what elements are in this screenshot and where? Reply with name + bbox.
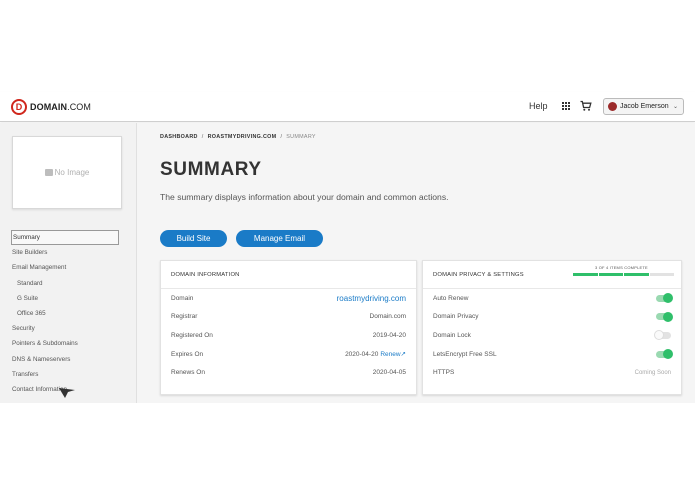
progress-segment — [649, 273, 674, 276]
setting-label: Domain Privacy — [433, 313, 479, 321]
privacy-settings-rows: Auto Renew Domain Privacy Domain Lock LetsE… — [423, 289, 681, 382]
domain-lock-toggle[interactable] — [654, 330, 671, 341]
info-value: 2020-04-05 — [372, 369, 406, 377]
setting-label: HTTPS — [433, 369, 455, 377]
info-value-wrap: 2020-04-05 — [373, 369, 406, 376]
logo-domain-text: DOMAIN — [30, 102, 68, 112]
coming-soon-label: Coming Soon — [634, 369, 671, 376]
breadcrumb-dashboard[interactable]: DASHBOARD — [160, 134, 198, 140]
auto-renew-toggle[interactable] — [656, 293, 673, 304]
sidebar-item-security[interactable]: Security — [0, 321, 137, 336]
domain-information-rows: Domain roastmydriving.com Registrar Domain.… — [161, 289, 416, 382]
renew-link[interactable]: Renew↗ — [380, 351, 406, 358]
setting-label: LetsEncrypt Free SSL — [433, 350, 497, 358]
info-label: Registered On — [171, 331, 213, 339]
renew-label: Renew — [380, 351, 401, 359]
info-label: Renews On — [171, 369, 205, 377]
sidebar-item-pointers-subdomains[interactable]: Pointers & Subdomains — [0, 336, 137, 351]
domain-privacy-toggle[interactable] — [656, 311, 673, 322]
progress-segment — [598, 273, 623, 276]
site-preview-placeholder: No Image — [12, 136, 122, 209]
setting-label: Domain Lock — [433, 331, 471, 339]
chevron-down-icon: ⌄ — [672, 104, 678, 110]
privacy-row-https: HTTPS Coming Soon — [433, 363, 671, 382]
mouse-cursor-icon — [59, 388, 75, 398]
progress-segment — [624, 273, 649, 276]
setting-label: Auto Renew — [433, 294, 469, 302]
sidebar-item-transfers[interactable]: Transfers — [0, 367, 137, 382]
top-navigation-bar: D DOMAIN.COM Help Jacob Emerson ⌄ — [0, 92, 695, 122]
no-image-label: No Image — [54, 168, 90, 177]
info-value-wrap: Domain.com — [370, 313, 406, 320]
external-link-icon: ↗ — [400, 351, 406, 359]
page-title: SUMMARY — [160, 159, 262, 180]
apps-grid-icon[interactable] — [562, 102, 570, 110]
info-value: 2020-04-20 — [345, 351, 379, 359]
sidebar-nav: Summary Site Builders Email Management Stan… — [0, 230, 137, 397]
info-row-expires-on: Expires On 2020-04-20 Renew↗ — [171, 345, 406, 364]
toggle-knob — [663, 311, 673, 322]
privacy-settings-card: DOMAIN PRIVACY & SETTINGS 3 OF 4 ITEMS C… — [422, 260, 682, 395]
progress-segment — [573, 273, 598, 276]
info-row-registrar: Registrar Domain.com — [171, 308, 406, 327]
privacy-row-auto-renew: Auto Renew — [433, 289, 673, 308]
info-row-registered-on: Registered On 2019-04-20 — [171, 326, 406, 345]
image-icon — [44, 169, 53, 176]
info-row-domain: Domain roastmydriving.com — [171, 289, 406, 308]
breadcrumb-separator: / — [280, 134, 283, 140]
logo-mark: D — [11, 99, 27, 115]
breadcrumb-current: SUMMARY — [286, 134, 316, 140]
manage-email-button[interactable]: Manage Email — [236, 230, 323, 247]
domain-name-link[interactable]: roastmydriving.com — [337, 294, 406, 303]
breadcrumb-domain[interactable]: ROASTMYDRIVING.COM — [208, 134, 277, 140]
logo-tld-text: .COM — [67, 102, 92, 112]
domain-information-heading: DOMAIN INFORMATION — [161, 261, 416, 289]
info-value-wrap: roastmydriving.com — [337, 294, 406, 303]
privacy-settings-heading: DOMAIN PRIVACY & SETTINGS — [433, 271, 524, 278]
toggle-knob — [663, 349, 673, 360]
breadcrumb-separator: / — [201, 134, 204, 140]
sidebar-item-summary[interactable]: Summary — [11, 230, 119, 246]
toggle-knob — [663, 293, 673, 304]
page-description: The summary displays information about y… — [160, 192, 449, 202]
progress-label: 3 OF 4 ITEMS COMPLETE — [595, 265, 648, 270]
info-value: 2019-04-20 — [372, 331, 406, 339]
info-label: Expires On — [171, 350, 204, 358]
info-row-renews-on: Renews On 2020-04-05 — [171, 363, 406, 382]
sidebar-item-email-management[interactable]: Email Management — [0, 260, 137, 275]
sidebar-item-office-365[interactable]: Office 365 — [0, 306, 137, 321]
build-site-button[interactable]: Build Site — [160, 230, 227, 247]
domain-logo[interactable]: D DOMAIN.COM — [11, 99, 91, 115]
privacy-row-domain-privacy: Domain Privacy — [433, 308, 673, 327]
user-name: Jacob Emerson — [620, 103, 669, 110]
privacy-row-letsencrypt-free-ssl: LetsEncrypt Free SSL — [433, 345, 673, 364]
user-menu-button[interactable]: Jacob Emerson ⌄ — [603, 98, 684, 115]
help-link[interactable]: Help — [529, 101, 548, 111]
sidebar-item-standard[interactable]: Standard — [0, 276, 137, 291]
sidebar-item-dns-nameservers[interactable]: DNS & Nameservers — [0, 352, 137, 367]
toggle-knob — [654, 330, 664, 341]
main-content: DASHBOARD / ROASTMYDRIVING.COM / SUMMARY SUM… — [137, 123, 695, 403]
logo-text: DOMAIN.COM — [30, 102, 91, 112]
info-value-wrap: 2019-04-20 — [373, 332, 406, 339]
avatar — [608, 102, 617, 111]
sidebar-item-site-builders[interactable]: Site Builders — [0, 245, 137, 260]
privacy-settings-header: DOMAIN PRIVACY & SETTINGS 3 OF 4 ITEMS C… — [423, 261, 681, 289]
info-label: Domain — [171, 294, 194, 302]
privacy-row-domain-lock: Domain Lock — [433, 326, 671, 345]
letsencrypt-free-ssl-toggle[interactable] — [656, 349, 673, 360]
cart-icon[interactable] — [580, 100, 592, 112]
info-label: Registrar — [171, 313, 198, 321]
info-value-wrap: 2020-04-20 Renew↗ — [345, 350, 406, 358]
breadcrumb: DASHBOARD / ROASTMYDRIVING.COM / SUMMARY — [160, 134, 316, 140]
domain-information-card: DOMAIN INFORMATION Domain roastmydriving.… — [160, 260, 417, 395]
info-value: Domain.com — [369, 313, 406, 321]
sidebar: No Image Summary Site Builders Email Manag… — [0, 123, 137, 403]
progress-bar — [573, 273, 674, 276]
sidebar-item-g-suite[interactable]: G Suite — [0, 291, 137, 306]
